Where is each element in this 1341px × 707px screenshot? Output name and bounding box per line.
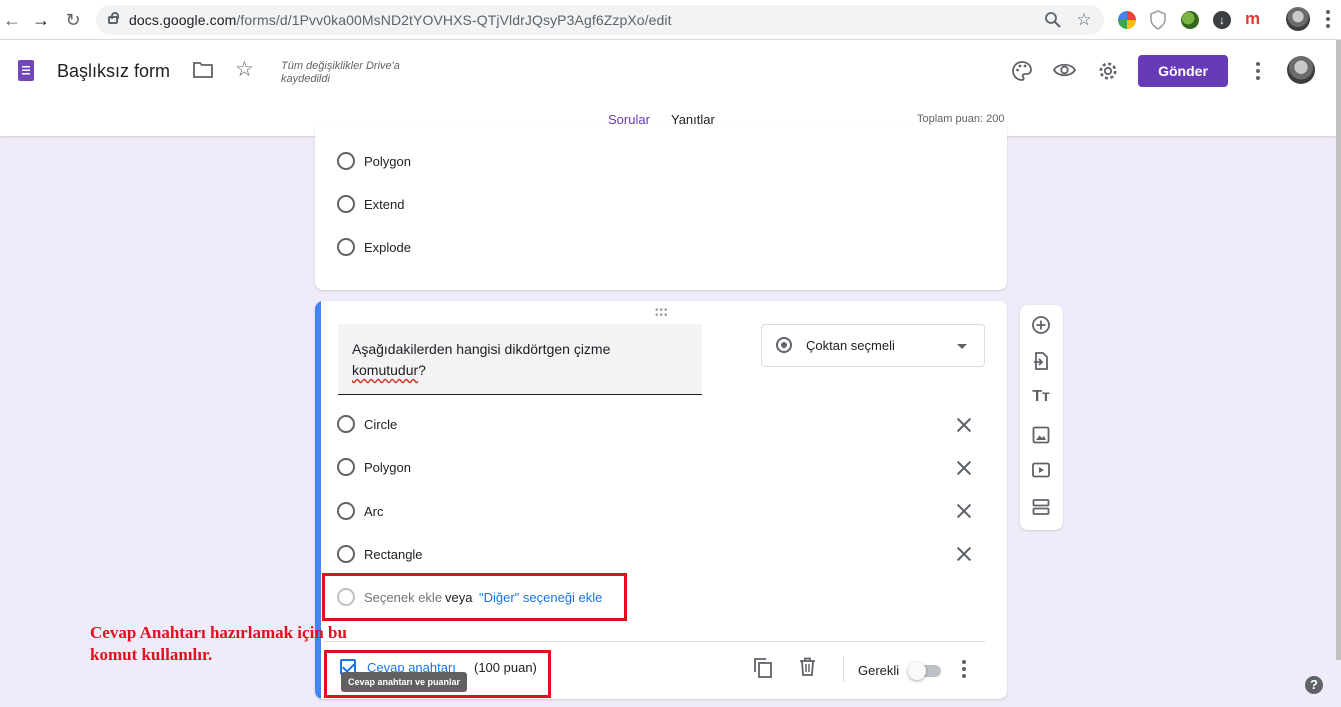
footer-divider <box>324 641 985 642</box>
star-icon[interactable]: ☆ <box>235 57 254 82</box>
total-points: Toplam puan: 200 <box>917 113 1005 125</box>
remove-option-icon[interactable] <box>956 503 972 519</box>
radio-icon <box>337 458 355 476</box>
colorful-extension-icon[interactable] <box>1118 11 1136 29</box>
add-title-text-icon[interactable]: Tт <box>1031 387 1051 407</box>
drag-handle-icon[interactable]: ••• ••• <box>655 306 669 321</box>
radio-icon <box>337 152 355 170</box>
palette-icon[interactable] <box>1011 60 1033 82</box>
browser-profile-avatar[interactable] <box>1286 7 1310 31</box>
add-video-icon[interactable] <box>1031 460 1051 480</box>
remove-option-icon[interactable] <box>956 417 972 433</box>
browser-toolbar: ← → ↻ docs.google.com/forms/d/1Pvv0ka00M… <box>0 0 1341 40</box>
globe-extension-icon[interactable] <box>1181 11 1199 29</box>
send-button[interactable]: Gönder <box>1138 55 1228 87</box>
duplicate-icon[interactable] <box>753 657 773 678</box>
settings-gear-icon[interactable] <box>1097 60 1119 82</box>
preview-eye-icon[interactable] <box>1053 62 1076 78</box>
radio-icon <box>337 415 355 433</box>
forward-icon[interactable]: → <box>31 10 51 30</box>
required-label: Gerekli <box>858 663 900 678</box>
forms-header: Başlıksız form ☆ Tüm değişiklikler Drive… <box>0 40 1336 136</box>
page-scrollbar[interactable] <box>1336 40 1341 660</box>
account-avatar[interactable] <box>1287 56 1315 84</box>
back-icon[interactable]: ← <box>2 10 22 30</box>
add-image-icon[interactable] <box>1031 425 1051 445</box>
radio-icon <box>337 502 355 520</box>
bookmark-star-icon[interactable]: ☆ <box>1075 11 1093 29</box>
radio-icon <box>337 545 355 563</box>
delete-trash-icon[interactable] <box>799 657 816 676</box>
required-toggle[interactable] <box>908 662 941 680</box>
forms-logo-icon[interactable] <box>18 60 34 81</box>
radio-checked-icon <box>776 337 792 353</box>
more-options-icon[interactable] <box>1256 62 1260 83</box>
browser-menu-icon[interactable] <box>1326 10 1330 28</box>
footer-vertical-divider <box>843 656 844 682</box>
add-question-icon[interactable] <box>1031 315 1051 335</box>
question-card[interactable]: ••• ••• Aşağıdakilerden hangisi dikdörtge… <box>315 301 1007 699</box>
folder-icon[interactable] <box>193 61 213 79</box>
shield-extension-icon[interactable] <box>1150 10 1166 30</box>
question-type-dropdown[interactable]: Çoktan seçmeli <box>761 324 985 367</box>
question-more-icon[interactable] <box>962 660 966 681</box>
radio-icon <box>337 238 355 256</box>
remove-option-icon[interactable] <box>956 460 972 476</box>
reload-icon[interactable]: ↻ <box>63 10 83 30</box>
add-option-highlight-box <box>322 573 627 621</box>
dropdown-caret-icon <box>957 344 967 349</box>
url-text: docs.google.com/forms/d/1Pvv0ka00MsND2tY… <box>129 12 672 28</box>
address-bar[interactable]: docs.google.com/forms/d/1Pvv0ka00MsND2tY… <box>96 5 1104 35</box>
add-section-icon[interactable] <box>1031 497 1051 517</box>
question-title-input[interactable]: Aşağıdakilerden hangisi dikdörtgen çizme… <box>338 324 702 395</box>
download-extension-icon[interactable]: ↓ <box>1213 11 1231 29</box>
radio-icon <box>337 195 355 213</box>
lock-icon <box>108 12 119 24</box>
save-status: Tüm değişiklikler Drive'a kaydedildi <box>281 60 400 85</box>
help-icon[interactable]: ? <box>1305 676 1323 694</box>
import-questions-icon[interactable] <box>1031 351 1051 371</box>
zoom-icon[interactable] <box>1044 11 1062 29</box>
m-extension-icon[interactable]: m <box>1245 9 1260 29</box>
remove-option-icon[interactable] <box>956 546 972 562</box>
previous-question-card[interactable]: Polygon Extend Explode <box>315 125 1007 290</box>
question-toolbar: Tт <box>1020 305 1063 530</box>
form-title[interactable]: Başlıksız form <box>57 61 170 82</box>
annotation-note: Cevap Anahtarı hazırlamak için bu komut … <box>90 623 347 664</box>
